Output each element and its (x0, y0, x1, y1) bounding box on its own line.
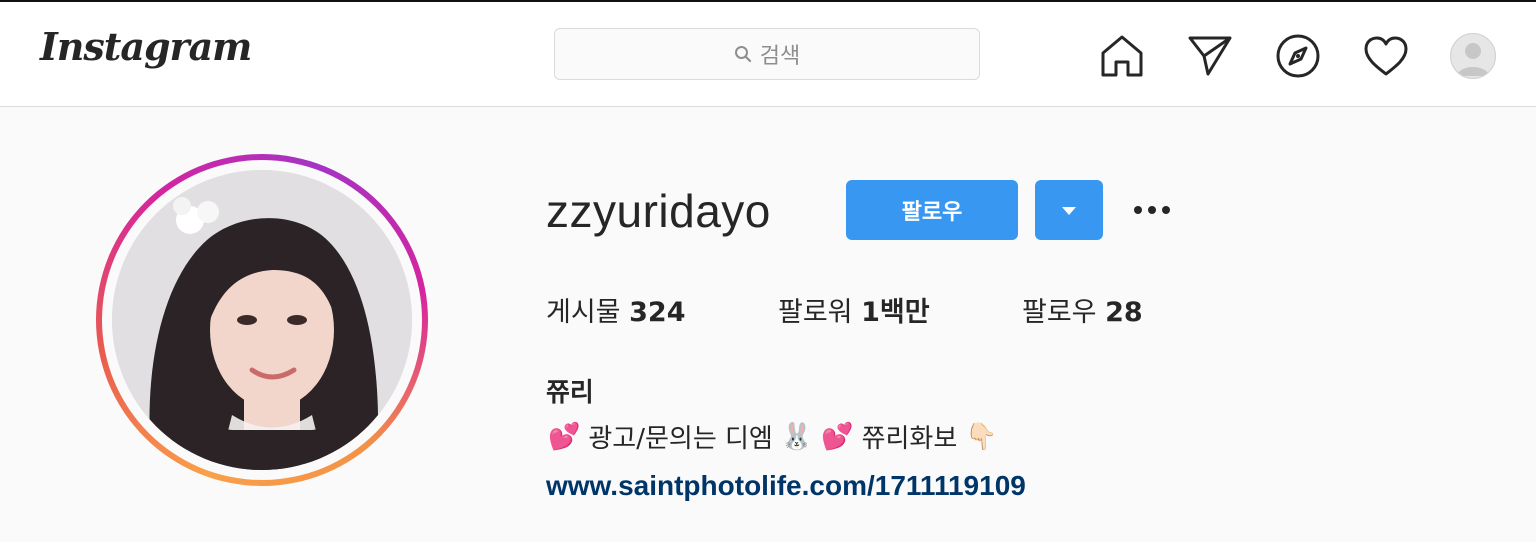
following-label: 팔로우 (1022, 297, 1097, 328)
two-hearts-icon: 💕 (548, 421, 581, 452)
following-count[interactable]: 팔로우 28 (1022, 290, 1143, 329)
posts-label: 게시물 (546, 297, 621, 328)
posts-count: 게시물 324 (546, 290, 686, 329)
profile-website-link[interactable]: www.saintphotolife.com/1711119109 (546, 470, 1026, 502)
story-ring[interactable] (96, 154, 428, 486)
explore-icon[interactable] (1274, 32, 1322, 80)
search-input[interactable]: 검색 (554, 28, 980, 80)
search-placeholder: 검색 (759, 44, 801, 69)
rabbit-face-icon: 🐰 (780, 421, 814, 452)
search-icon (734, 45, 752, 63)
home-icon[interactable] (1098, 32, 1146, 80)
more-dot-icon (1134, 206, 1142, 214)
follow-button[interactable]: 팔로우 (846, 180, 1018, 240)
more-options-button[interactable] (1128, 196, 1176, 224)
bio-text-2: 쮸리화보 (861, 424, 958, 454)
suggested-accounts-button[interactable] (1035, 180, 1103, 240)
activity-heart-icon[interactable] (1362, 32, 1410, 80)
posts-value: 324 (629, 297, 686, 328)
direct-message-icon[interactable] (1186, 32, 1234, 80)
profile-username: zzyuridayo (546, 185, 771, 237)
bio-text-1: 광고/문의는 디엠 (588, 424, 773, 454)
profile-bio: 💕 광고/문의는 디엠 🐰 💕 쮸리화보 👇🏻 (548, 418, 998, 455)
followers-label: 팔로워 (778, 297, 853, 328)
followers-count[interactable]: 팔로워 1백만 (778, 290, 930, 329)
followers-value: 1백만 (861, 297, 930, 328)
more-dot-icon (1162, 206, 1170, 214)
story-ring-gap (102, 160, 422, 480)
profile-full-name: 쮸리 (546, 378, 594, 408)
top-navigation: Instagram 검색 (0, 2, 1536, 107)
pointing-down-icon: 👇🏻 (965, 421, 998, 452)
two-hearts-icon: 💕 (821, 421, 854, 452)
instagram-logo[interactable]: Instagram (40, 24, 252, 69)
more-dot-icon (1148, 206, 1156, 214)
caret-down-icon (1061, 201, 1077, 220)
following-value: 28 (1105, 297, 1143, 328)
profile-photo (112, 170, 412, 470)
profile-avatar-icon[interactable] (1450, 33, 1496, 79)
